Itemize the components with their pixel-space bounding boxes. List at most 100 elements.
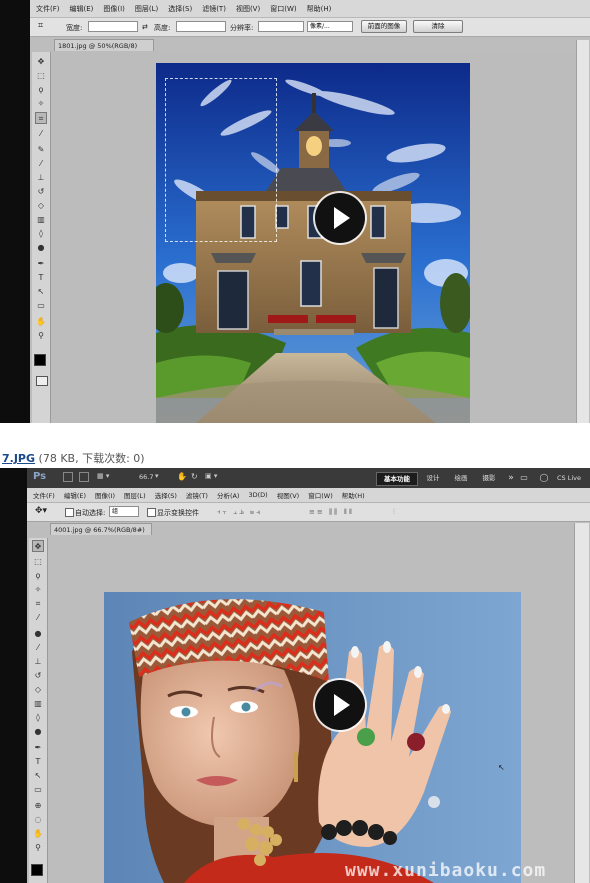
play-icon[interactable]: [315, 680, 365, 730]
blur-tool-icon[interactable]: ◊: [35, 228, 47, 240]
3d-rotate-icon[interactable]: ⊕: [32, 800, 44, 812]
healing-brush-icon[interactable]: ●: [32, 628, 44, 640]
menu-window[interactable]: 窗口(W): [308, 490, 333, 500]
eraser-icon[interactable]: ◇: [35, 200, 47, 212]
type-tool-icon[interactable]: T: [32, 756, 44, 768]
minimize-icon[interactable]: ▭: [519, 472, 529, 484]
unit-select[interactable]: 像素/...: [307, 21, 353, 32]
crop-tool-icon[interactable]: ⌗: [35, 112, 47, 124]
path-select-icon[interactable]: ↖: [35, 286, 47, 298]
align-icons[interactable]: ⫞⫟ ⫠⫡ ⫢⫣: [217, 508, 262, 517]
path-select-icon[interactable]: ↖: [32, 770, 44, 782]
menu-select[interactable]: 选择(S): [155, 490, 177, 500]
rotate-view-icon[interactable]: ↻: [191, 472, 198, 481]
workspace-photography[interactable]: 摄影: [477, 472, 501, 484]
quick-mask-icon[interactable]: [36, 376, 48, 386]
type-tool-icon[interactable]: T: [35, 272, 47, 284]
shape-tool-icon[interactable]: ▭: [32, 784, 44, 796]
brush-tool-icon[interactable]: ⁄: [35, 158, 47, 170]
move-tool-icon[interactable]: ✥▾: [35, 506, 47, 516]
height-field[interactable]: [176, 21, 226, 32]
cs-live-icon[interactable]: ◯: [539, 472, 549, 484]
workspace-design[interactable]: 设计: [421, 472, 445, 484]
eyedropper-icon[interactable]: ⁄: [32, 612, 44, 624]
menu-filter[interactable]: 滤镜(T): [202, 4, 226, 14]
magic-wand-icon[interactable]: ✧: [35, 98, 47, 110]
blur-tool-icon[interactable]: ◊: [32, 712, 44, 724]
menu-image[interactable]: 图像(I): [95, 490, 115, 500]
dodge-tool-icon[interactable]: ●: [32, 726, 44, 738]
menu-view[interactable]: 视图(V): [277, 490, 300, 500]
crop-tool-icon[interactable]: ⌗: [32, 598, 44, 610]
pen-tool-icon[interactable]: ✒: [32, 742, 44, 754]
auto-select-dropdown[interactable]: 组: [109, 506, 139, 517]
hand-tool-icon[interactable]: ✋: [35, 316, 47, 328]
hand-tool-icon[interactable]: ✋: [177, 472, 187, 481]
marquee-tool-icon[interactable]: ⬚: [35, 70, 47, 82]
marquee-tool-icon[interactable]: ⬚: [32, 556, 44, 568]
hand-tool-icon[interactable]: ✋: [32, 828, 44, 840]
gradient-icon[interactable]: ▥: [32, 698, 44, 710]
menu-file[interactable]: 文件(F): [36, 4, 60, 14]
menu-layer[interactable]: 图层(L): [124, 490, 146, 500]
zoom-tool-icon[interactable]: ⚲: [32, 842, 44, 854]
workspace-essentials[interactable]: 基本功能: [376, 472, 418, 486]
mini-bridge-icon[interactable]: [79, 472, 89, 482]
swap-icon[interactable]: ⇄: [142, 23, 148, 31]
zoom-tool-icon[interactable]: ⚲: [35, 330, 47, 342]
cs-live-button[interactable]: CS Live: [551, 472, 587, 484]
show-transform-checkbox[interactable]: [147, 508, 156, 517]
foreground-color-swatch[interactable]: [31, 864, 43, 876]
history-brush-icon[interactable]: ↺: [32, 670, 44, 682]
crop-selection[interactable]: [165, 78, 277, 242]
stamp-tool-icon[interactable]: ⊥: [35, 172, 47, 184]
menu-help[interactable]: 帮助(H): [342, 490, 365, 500]
width-field[interactable]: [88, 21, 138, 32]
document-tab[interactable]: 1801.jpg @ 50%(RGB/8): [54, 39, 154, 51]
lasso-tool-icon[interactable]: ϙ: [32, 570, 44, 582]
menu-view[interactable]: 视图(V): [236, 4, 260, 14]
front-image-button[interactable]: 前面的图像: [361, 20, 407, 33]
attachment-link[interactable]: 7.JPG: [2, 452, 35, 465]
zoom-level[interactable]: 66.7: [139, 473, 153, 481]
document-tab[interactable]: 4001.jpg @ 66.7%(RGB/8#): [50, 523, 152, 535]
menu-window[interactable]: 窗口(W): [270, 4, 296, 14]
chevron-down-icon[interactable]: ▾: [155, 472, 159, 480]
auto-align-icon[interactable]: ⫶: [393, 508, 395, 517]
auto-select-checkbox[interactable]: [65, 508, 74, 517]
bridge-icon[interactable]: [63, 472, 73, 482]
menu-image[interactable]: 图像(I): [103, 4, 125, 14]
history-brush-icon[interactable]: ↺: [35, 186, 47, 198]
eraser-icon[interactable]: ◇: [32, 684, 44, 696]
view-extras-icon[interactable]: ▦ ▾: [97, 472, 109, 480]
play-icon[interactable]: [315, 193, 365, 243]
quick-select-icon[interactable]: ✧: [32, 584, 44, 596]
workspace-painting[interactable]: 绘画: [449, 472, 473, 484]
menu-analysis[interactable]: 分析(A): [217, 490, 240, 500]
move-tool-icon[interactable]: ✥: [35, 56, 47, 68]
crop-tool-icon[interactable]: ⌗: [38, 21, 43, 31]
gradient-icon[interactable]: ▥: [35, 214, 47, 226]
arrange-documents-icon[interactable]: ▣ ▾: [205, 472, 217, 480]
menu-file[interactable]: 文件(F): [33, 490, 55, 500]
move-tool-icon[interactable]: ✥: [32, 540, 44, 552]
menu-select[interactable]: 选择(S): [168, 4, 192, 14]
vertical-scrollbar[interactable]: [576, 40, 589, 423]
more-workspaces[interactable]: »: [505, 472, 517, 484]
healing-brush-icon[interactable]: ✎: [35, 144, 47, 156]
3d-orbit-icon[interactable]: ◌: [32, 814, 44, 826]
shape-tool-icon[interactable]: ▭: [35, 300, 47, 312]
pen-tool-icon[interactable]: ✒: [35, 258, 47, 270]
menu-edit[interactable]: 编辑(E): [70, 4, 94, 14]
clear-button[interactable]: 清除: [413, 20, 463, 33]
eyedropper-icon[interactable]: ⁄: [35, 128, 47, 140]
menu-layer[interactable]: 图层(L): [135, 4, 158, 14]
menu-edit[interactable]: 编辑(E): [64, 490, 86, 500]
lasso-tool-icon[interactable]: ϙ: [35, 84, 47, 96]
menu-help[interactable]: 帮助(H): [307, 4, 332, 14]
dodge-tool-icon[interactable]: ●: [35, 242, 47, 254]
stamp-tool-icon[interactable]: ⊥: [32, 656, 44, 668]
vertical-scrollbar[interactable]: [574, 523, 589, 883]
menu-3d[interactable]: 3D(D): [248, 491, 267, 499]
resolution-field[interactable]: [258, 21, 304, 32]
